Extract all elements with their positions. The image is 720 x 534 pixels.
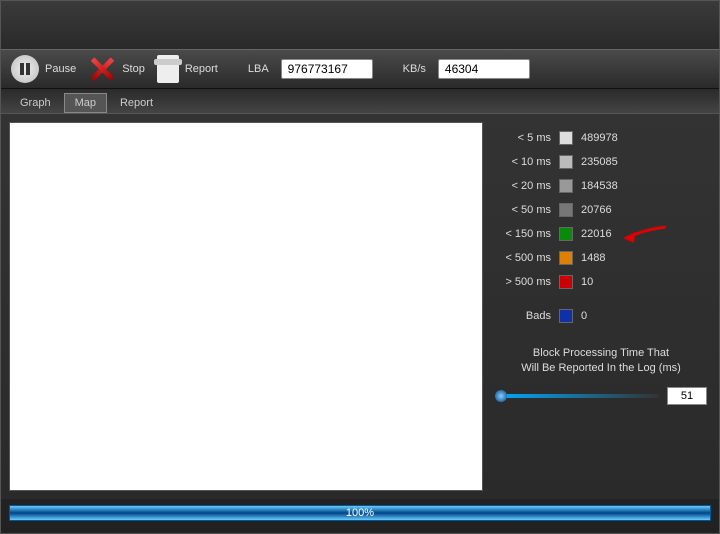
lba-field[interactable] bbox=[281, 59, 373, 79]
app-window: Pause Stop Report LBA KB/s Graph Map Rep… bbox=[0, 0, 720, 534]
pause-icon bbox=[11, 55, 39, 83]
slider-track[interactable] bbox=[495, 394, 659, 398]
slider-section: Block Processing Time That Will Be Repor… bbox=[491, 346, 711, 405]
legend-row: < 10 ms 235085 bbox=[491, 150, 711, 174]
legend-row: < 500 ms 1488 bbox=[491, 246, 711, 270]
tab-bar: Graph Map Report bbox=[1, 89, 719, 114]
stop-icon bbox=[88, 55, 116, 83]
legend-label: < 10 ms bbox=[491, 156, 551, 168]
slider-text-2: Will Be Reported In the Log (ms) bbox=[491, 361, 711, 376]
lba-label: LBA bbox=[248, 63, 269, 75]
bads-label: Bads bbox=[491, 310, 551, 322]
report-label: Report bbox=[185, 63, 218, 75]
legend-color bbox=[559, 155, 573, 169]
legend-color bbox=[559, 275, 573, 289]
progress-area: 100% bbox=[1, 499, 719, 533]
map-canvas bbox=[9, 122, 483, 491]
legend-row: > 500 ms 10 bbox=[491, 270, 711, 294]
legend-label: < 500 ms bbox=[491, 252, 551, 264]
annotation-arrow-icon bbox=[621, 224, 671, 248]
legend-count: 10 bbox=[581, 276, 593, 288]
bads-color bbox=[559, 309, 573, 323]
slider-knob[interactable] bbox=[495, 390, 507, 402]
tab-map[interactable]: Map bbox=[64, 93, 107, 113]
legend-row: < 20 ms 184538 bbox=[491, 174, 711, 198]
slider-value-field[interactable] bbox=[667, 387, 707, 405]
legend-label: < 20 ms bbox=[491, 180, 551, 192]
legend-count: 1488 bbox=[581, 252, 605, 264]
legend-row: < 50 ms 20766 bbox=[491, 198, 711, 222]
legend-count: 20766 bbox=[581, 204, 612, 216]
report-icon bbox=[157, 55, 179, 83]
legend-color bbox=[559, 251, 573, 265]
legend-row-bads: Bads 0 bbox=[491, 304, 711, 328]
legend-panel: < 5 ms 489978 < 10 ms 235085 < 20 ms 184… bbox=[491, 122, 711, 491]
stop-button[interactable]: Stop bbox=[88, 55, 145, 83]
progress-text: 100% bbox=[346, 507, 374, 519]
kbs-label: KB/s bbox=[403, 63, 426, 75]
legend-label: < 150 ms bbox=[491, 228, 551, 240]
legend-count: 235085 bbox=[581, 156, 618, 168]
titlebar-area bbox=[1, 1, 719, 49]
bads-count: 0 bbox=[581, 310, 587, 322]
pause-label: Pause bbox=[45, 63, 76, 75]
legend-row: < 150 ms 22016 bbox=[491, 222, 711, 246]
legend-count-value: 22016 bbox=[581, 228, 612, 240]
legend-label: < 50 ms bbox=[491, 204, 551, 216]
slider-text-1: Block Processing Time That bbox=[491, 346, 711, 361]
legend-count: 184538 bbox=[581, 180, 618, 192]
stop-label: Stop bbox=[122, 63, 145, 75]
content-area: < 5 ms 489978 < 10 ms 235085 < 20 ms 184… bbox=[1, 114, 719, 499]
legend-color bbox=[559, 179, 573, 193]
toolbar: Pause Stop Report LBA KB/s bbox=[1, 49, 719, 89]
legend-label: < 5 ms bbox=[491, 132, 551, 144]
progress-bar: 100% bbox=[9, 505, 711, 521]
legend-count: 489978 bbox=[581, 132, 618, 144]
pause-button[interactable]: Pause bbox=[11, 55, 76, 83]
slider-row bbox=[491, 387, 711, 405]
legend-color bbox=[559, 131, 573, 145]
legend-row: < 5 ms 489978 bbox=[491, 126, 711, 150]
tab-graph[interactable]: Graph bbox=[9, 93, 62, 113]
legend-label: > 500 ms bbox=[491, 276, 551, 288]
kbs-field[interactable] bbox=[438, 59, 530, 79]
legend-color bbox=[559, 203, 573, 217]
legend-count: 22016 bbox=[581, 228, 612, 240]
legend-color bbox=[559, 227, 573, 241]
tab-report[interactable]: Report bbox=[109, 93, 164, 113]
report-button[interactable]: Report bbox=[157, 55, 218, 83]
